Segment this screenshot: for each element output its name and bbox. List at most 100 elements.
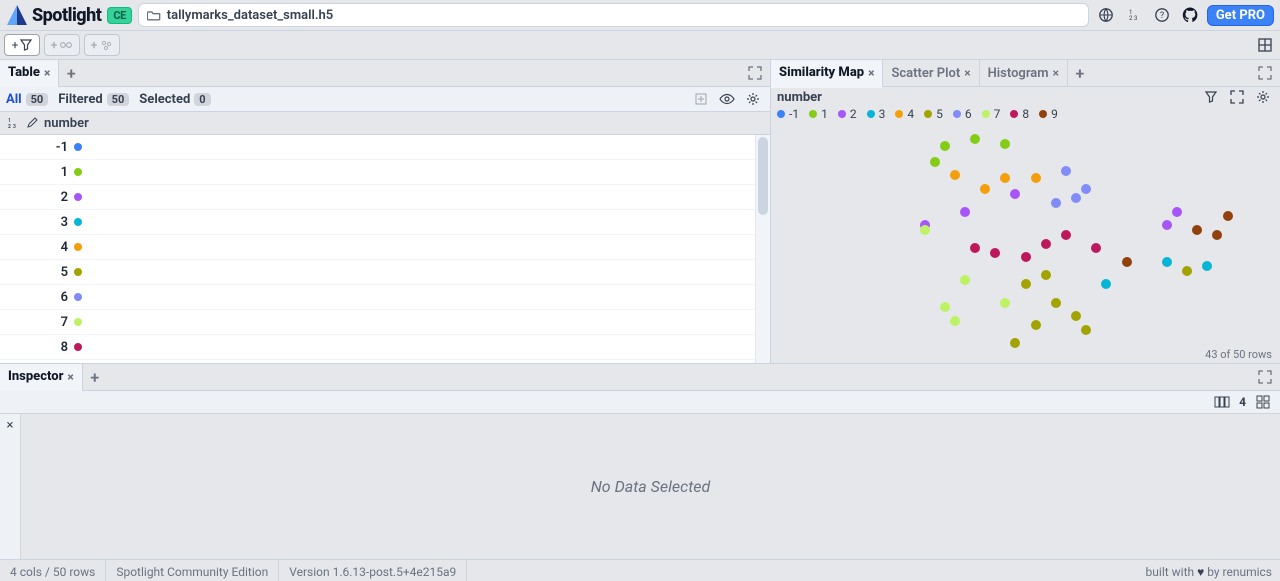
scatter-point[interactable] xyxy=(1010,189,1020,199)
scatter-point[interactable] xyxy=(1051,198,1061,208)
maximize-icon[interactable] xyxy=(744,62,766,84)
help-icon[interactable]: ? xyxy=(1151,4,1173,26)
scatter-point[interactable] xyxy=(1021,252,1031,262)
columns-layout-icon[interactable] xyxy=(1211,391,1233,413)
scatter-point[interactable] xyxy=(1000,298,1010,308)
table-row[interactable]: 1 xyxy=(0,160,756,185)
scatter-point[interactable] xyxy=(940,302,950,312)
eye-icon[interactable] xyxy=(716,88,738,110)
maximize-icon[interactable] xyxy=(1254,62,1276,84)
scatter-point[interactable] xyxy=(1091,243,1101,253)
scatter-point[interactable] xyxy=(950,316,960,326)
tab-scatter-plot[interactable]: Scatter Plot × xyxy=(883,60,979,86)
grid-layout-icon[interactable] xyxy=(1252,391,1274,413)
close-icon[interactable]: × xyxy=(67,370,73,384)
add-tab-button[interactable]: + xyxy=(1068,61,1092,85)
scatter-point[interactable] xyxy=(1041,239,1051,249)
legend-item[interactable]: 5 xyxy=(924,107,943,121)
scatter-point[interactable] xyxy=(1162,220,1172,230)
filter-filtered[interactable]: Filtered 50 xyxy=(58,92,129,107)
scatter-point[interactable] xyxy=(970,134,980,144)
scatter-point[interactable] xyxy=(1051,298,1061,308)
scatter-point[interactable] xyxy=(1122,257,1132,267)
scatter-point[interactable] xyxy=(1162,257,1172,267)
scatter-area[interactable] xyxy=(773,121,1278,348)
scatter-point[interactable] xyxy=(1192,225,1202,235)
table-row[interactable]: 7 xyxy=(0,310,756,335)
scatter-point[interactable] xyxy=(1223,211,1233,221)
table-row[interactable]: 3 xyxy=(0,210,756,235)
close-icon[interactable]: × xyxy=(1053,66,1059,80)
scatter-point[interactable] xyxy=(1031,173,1041,183)
table-row[interactable]: -1 xyxy=(0,135,756,160)
fit-view-icon[interactable] xyxy=(1226,86,1248,108)
add-filter-button[interactable]: + xyxy=(4,34,40,56)
gear-icon[interactable] xyxy=(1252,86,1274,108)
table-row[interactable]: 4 xyxy=(0,235,756,260)
legend-item[interactable]: 3 xyxy=(867,107,886,121)
scatter-point[interactable] xyxy=(1182,266,1192,276)
scatter-point[interactable] xyxy=(1010,338,1020,348)
github-icon[interactable] xyxy=(1179,4,1201,26)
scatter-point[interactable] xyxy=(990,248,1000,258)
scatter-point[interactable] xyxy=(1061,230,1071,240)
gear-icon[interactable] xyxy=(742,88,764,110)
filter-selected[interactable]: Selected 0 xyxy=(139,92,210,107)
tab-similarity-map[interactable]: Similarity Map × xyxy=(771,60,883,88)
file-open-field[interactable]: tallymarks_dataset_small.h5 xyxy=(138,3,1089,27)
scatter-point[interactable] xyxy=(1081,184,1091,194)
scatter-point[interactable] xyxy=(1000,139,1010,149)
add-column-icon[interactable] xyxy=(690,88,712,110)
scatter-point[interactable] xyxy=(1021,279,1031,289)
scatter-point[interactable] xyxy=(1061,166,1071,176)
scatter-point[interactable] xyxy=(1212,230,1222,240)
scatter-point[interactable] xyxy=(1071,193,1081,203)
scatter-point[interactable] xyxy=(1101,279,1111,289)
columns-icon[interactable]: 123 xyxy=(1123,4,1145,26)
table-row[interactable]: 2 xyxy=(0,185,756,210)
scatter-point[interactable] xyxy=(1071,311,1081,321)
scatter-point[interactable] xyxy=(1172,207,1182,217)
column-header[interactable]: 123 number xyxy=(0,112,770,135)
add-tab-button[interactable]: + xyxy=(83,365,107,389)
table-row[interactable]: 9 xyxy=(0,360,756,363)
table-row[interactable]: 6 xyxy=(0,285,756,310)
legend-item[interactable]: 1 xyxy=(809,107,828,121)
legend-item[interactable]: -1 xyxy=(777,107,799,121)
filter-all[interactable]: All 50 xyxy=(6,92,48,107)
scatter-point[interactable] xyxy=(1000,173,1010,183)
layout-grid-icon[interactable] xyxy=(1254,34,1276,56)
maximize-icon[interactable] xyxy=(1254,366,1276,388)
legend-item[interactable]: 8 xyxy=(1010,107,1029,121)
close-icon[interactable]: × xyxy=(964,66,970,80)
scatter-point[interactable] xyxy=(950,170,960,180)
scatter-point[interactable] xyxy=(930,157,940,167)
globe-icon[interactable] xyxy=(1095,4,1117,26)
table-row[interactable]: 8 xyxy=(0,335,756,360)
scatter-point[interactable] xyxy=(1081,325,1091,335)
tab-table[interactable]: Table × xyxy=(0,60,59,88)
scrollbar-thumb[interactable] xyxy=(758,137,768,215)
tab-inspector[interactable]: Inspector × xyxy=(0,364,83,392)
get-pro-button[interactable]: Get PRO xyxy=(1207,5,1274,26)
legend-item[interactable]: 7 xyxy=(982,107,1001,121)
scatter-point[interactable] xyxy=(940,141,950,151)
scatter-point[interactable] xyxy=(920,225,930,235)
add-tab-button[interactable]: + xyxy=(59,61,83,85)
scatter-point[interactable] xyxy=(1041,270,1051,280)
scatter-point[interactable] xyxy=(960,275,970,285)
scatter-point[interactable] xyxy=(960,207,970,217)
legend-item[interactable]: 4 xyxy=(895,107,914,121)
legend-item[interactable]: 9 xyxy=(1039,107,1058,121)
close-icon[interactable]: × xyxy=(44,66,50,80)
close-icon[interactable]: × xyxy=(868,66,874,80)
table-scrollbar[interactable] xyxy=(755,135,770,363)
funnel-icon[interactable] xyxy=(1200,86,1222,108)
scatter-point[interactable] xyxy=(1202,261,1212,271)
scatter-point[interactable] xyxy=(980,184,990,194)
table-row[interactable]: 5 xyxy=(0,260,756,285)
legend-item[interactable]: 2 xyxy=(838,107,857,121)
tab-histogram[interactable]: Histogram × xyxy=(980,60,1068,86)
scatter-point[interactable] xyxy=(1031,320,1041,330)
legend-item[interactable]: 6 xyxy=(953,107,972,121)
